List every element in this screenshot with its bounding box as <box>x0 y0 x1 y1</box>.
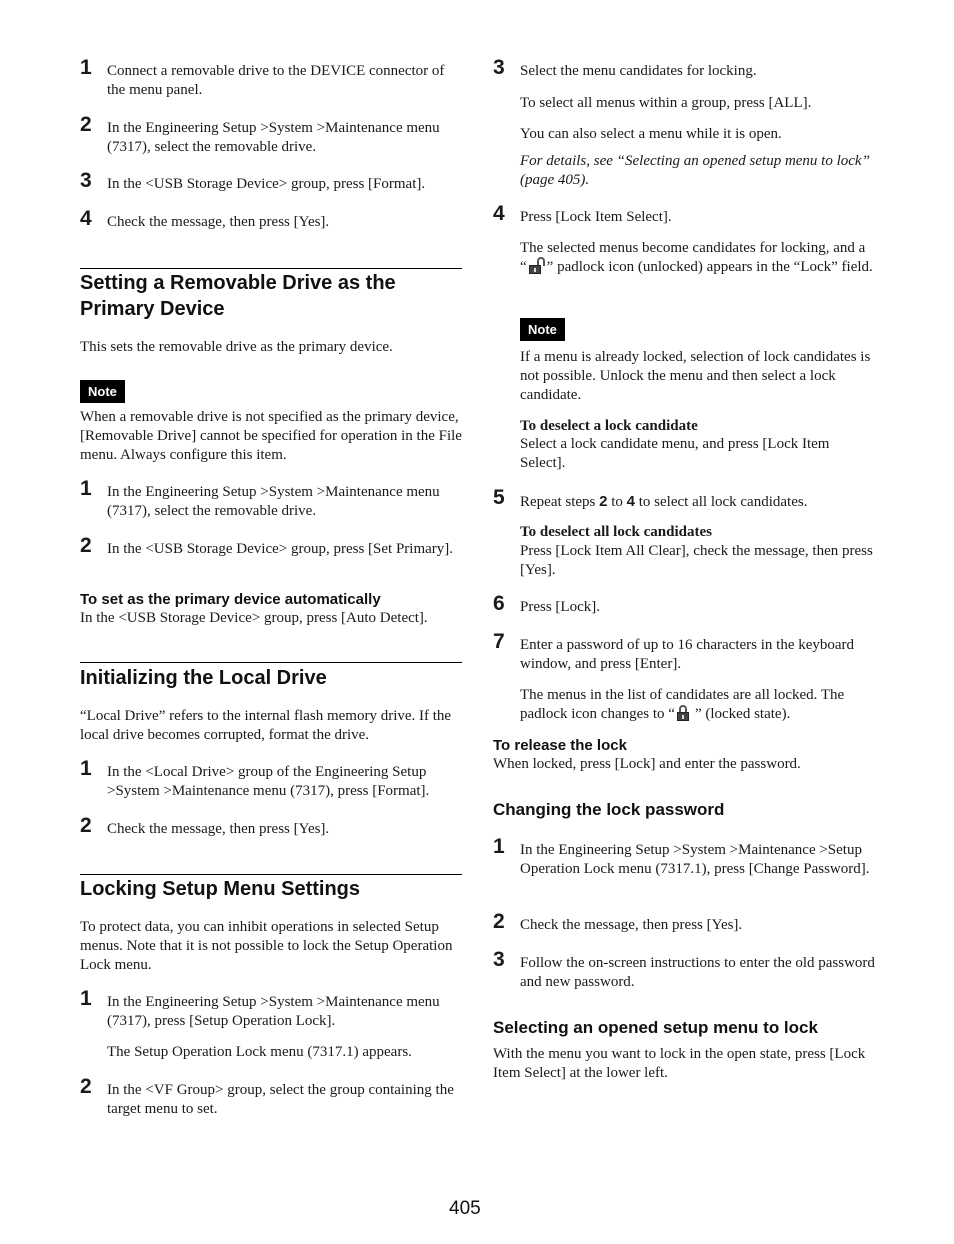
step-subtext: To select all menus within a group, pres… <box>520 95 812 111</box>
step-ref: 4 <box>626 493 636 510</box>
step-subtext: The selected menus become candidates for… <box>520 239 875 277</box>
step-ref: 2 <box>599 493 608 510</box>
step-number: 2 <box>80 113 92 136</box>
step-number: 4 <box>493 202 505 225</box>
step-text: In the <Local Drive> group of the Engine… <box>107 764 430 799</box>
padlock-unlocked-icon <box>527 257 547 274</box>
cross-reference: For details, see “Selecting an opened se… <box>520 153 870 188</box>
step-text: Check the message, then press [Yes]. <box>107 214 330 230</box>
section-divider <box>80 268 462 269</box>
step-text: Enter a password of up to 16 characters … <box>520 637 855 672</box>
section-heading-primary-device: Setting a Removable Drive as the Primary… <box>80 272 396 320</box>
subheading-deselect-all: To deselect all lock candidates <box>520 524 712 540</box>
subtext-part: ” padlock icon (unlocked) appears in the… <box>546 259 873 275</box>
note-badge: Note <box>80 380 125 403</box>
step-number: 1 <box>80 56 92 79</box>
step-number: 2 <box>80 1075 92 1098</box>
auto-detect-text: In the <USB Storage Device> group, press… <box>80 610 428 626</box>
step-subtext: The menus in the list of candidates are … <box>520 686 875 724</box>
opened-menu-text: With the menu you want to lock in the op… <box>493 1046 866 1081</box>
step-text: Follow the on-screen instructions to ent… <box>520 955 875 990</box>
release-text: When locked, press [Lock] and enter the … <box>493 756 801 772</box>
step-text: In the <VF Group> group, select the grou… <box>107 1082 454 1117</box>
step-number: 5 <box>493 486 505 509</box>
section-intro: “Local Drive” refers to the internal fla… <box>80 708 452 743</box>
note-text: When a removable drive is not specified … <box>80 409 462 463</box>
subheading-change-password: Changing the lock password <box>493 800 725 819</box>
step-number: 2 <box>80 814 92 837</box>
subheading-deselect: To deselect a lock candidate <box>520 418 698 434</box>
step-number: 3 <box>80 169 92 192</box>
note-text: If a menu is already locked, selection o… <box>520 349 871 403</box>
step-text: Connect a removable drive to the DEVICE … <box>107 63 445 98</box>
step-text: Press [Lock]. <box>520 599 600 615</box>
subtext-part: ” (locked state). <box>694 706 791 722</box>
step-text: In the <USB Storage Device> group, press… <box>107 541 454 557</box>
step-text: Check the message, then press [Yes]. <box>107 821 330 837</box>
subheading-opened-menu: Selecting an opened setup menu to lock <box>493 1018 818 1037</box>
step-number: 2 <box>80 534 92 557</box>
step-number: 7 <box>493 630 505 653</box>
step-text: Repeat steps 2 to 4 to select all lock c… <box>520 492 875 512</box>
section-intro: This sets the removable drive as the pri… <box>80 339 393 355</box>
step-text: Press [Lock Item Select]. <box>520 209 672 225</box>
step-text: In the <USB Storage Device> group, press… <box>107 176 426 192</box>
text-part: to <box>607 494 627 510</box>
step-number: 6 <box>493 592 505 615</box>
padlock-locked-icon <box>675 705 695 721</box>
step-text: Select the menu candidates for locking. <box>520 63 757 79</box>
section-intro: To protect data, you can inhibit operati… <box>80 919 453 973</box>
text-part: Repeat steps <box>520 494 600 510</box>
section-heading-locking: Locking Setup Menu Settings <box>80 878 361 900</box>
section-divider <box>80 662 462 663</box>
step-text: In the Engineering Setup >System >Mainte… <box>107 484 440 519</box>
step-number: 2 <box>493 910 505 933</box>
subheading-release-lock: To release the lock <box>493 737 627 754</box>
page-number: 405 <box>449 1198 481 1219</box>
deselect-text: Select a lock candidate menu, and press … <box>520 436 830 471</box>
step-number: 1 <box>80 987 92 1010</box>
step-text: In the Engineering Setup >System >Mainte… <box>107 120 440 155</box>
step-text: Check the message, then press [Yes]. <box>520 917 743 933</box>
step-number: 3 <box>493 56 505 79</box>
section-divider <box>80 874 462 875</box>
subheading-auto-detect: To set as the primary device automatical… <box>80 591 381 608</box>
section-heading-local-drive: Initializing the Local Drive <box>80 667 327 689</box>
step-number: 1 <box>80 477 92 500</box>
step-subtext: The Setup Operation Lock menu (7317.1) a… <box>107 1044 412 1060</box>
step-number: 1 <box>80 757 92 780</box>
text-part: to select all lock candidates. <box>635 494 808 510</box>
step-text: In the Engineering Setup >System >Mainte… <box>107 994 440 1029</box>
step-number: 4 <box>80 207 92 230</box>
deselect-all-text: Press [Lock Item All Clear], check the m… <box>520 543 873 578</box>
step-number: 3 <box>493 948 505 971</box>
step-text: In the Engineering Setup >System >Mainte… <box>520 842 870 877</box>
step-subtext: You can also select a menu while it is o… <box>520 126 782 142</box>
note-badge: Note <box>520 318 565 341</box>
step-number: 1 <box>493 835 505 858</box>
